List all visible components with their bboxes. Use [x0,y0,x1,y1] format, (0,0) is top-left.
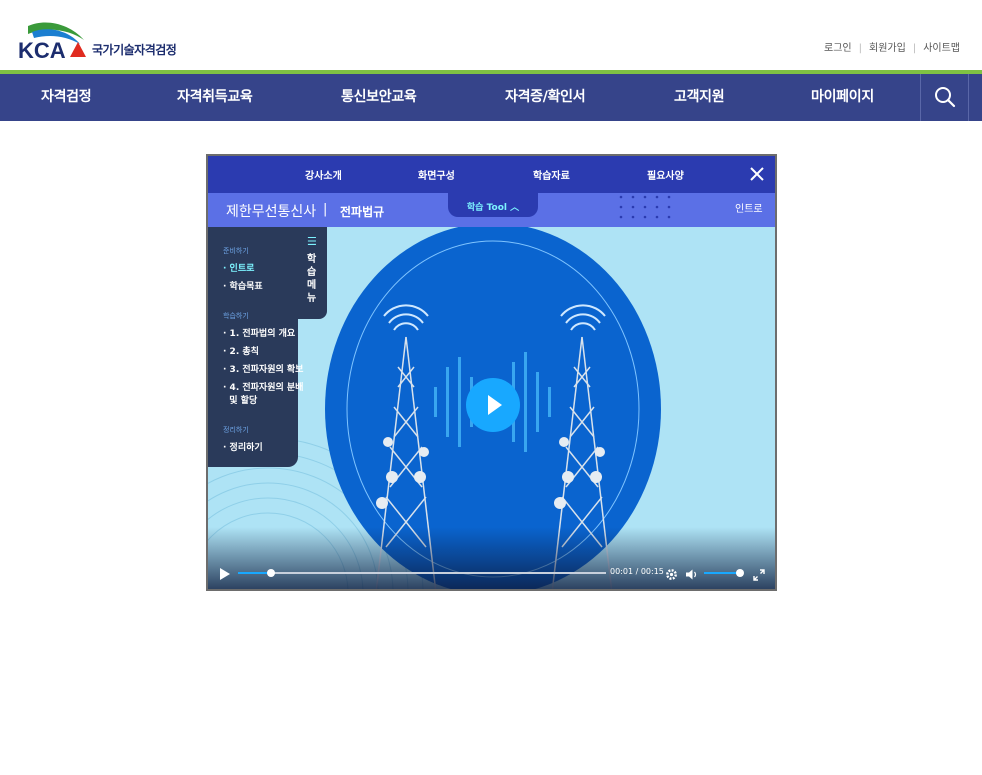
time-display: 00:01 / 00:15 [610,567,664,576]
player-controls: 00:01 / 00:15 [208,556,775,589]
play-icon [220,568,230,580]
nav-item-qualification-education[interactable]: 자격취득교육 [177,74,253,121]
fullscreen-button[interactable] [753,566,765,585]
title-divider: | [323,202,328,217]
close-button[interactable] [748,165,766,183]
fullscreen-icon [753,569,765,581]
learning-menu-toggle[interactable]: ☰ 학습메뉴 [298,227,327,319]
menu-item-lesson-4[interactable]: · 4. 전파자원의 분배 [223,382,303,394]
chapter-title: 전파법규 [340,205,385,219]
signup-link[interactable]: 회원가입 [869,43,906,54]
gear-icon [666,569,677,580]
menu-item-lesson-2[interactable]: · 2. 총칙 [223,346,259,358]
course-title: 제한무선통신사 [226,204,317,220]
hamburger-icon: ☰ [307,235,317,248]
tab-materials[interactable]: 학습자료 [533,167,570,182]
nav-item-exam[interactable]: 자격검정 [41,74,92,121]
dot-pattern [619,195,671,219]
big-play-button[interactable] [466,378,520,432]
lecture-player: 강사소개 화면구성 학습자료 필요사양 제한무선통신사 | 전파법규 인트로 학… [206,154,777,591]
progress-handle[interactable] [267,569,276,577]
logo-mark: KCA [18,22,86,60]
volume-handle[interactable] [736,569,745,577]
menu-item-lesson-3[interactable]: · 3. 전파자원의 확보 [223,364,303,376]
search-icon [935,87,956,108]
menu-section-title: 학습하기 [223,312,249,320]
volume-slider[interactable] [704,569,745,577]
menu-section-title: 정리하기 [223,426,249,434]
site-header: KCA 국가기술자격검정 로그인 | 회원가입 | 사이트맵 [0,0,982,70]
learning-tool-label: 학습 Tool ︿ [466,203,520,213]
tab-screen-layout[interactable]: 화면구성 [418,167,455,182]
close-icon [750,167,764,181]
nav-item-certificate[interactable]: 자격증/확인서 [505,74,586,121]
menu-item-lesson-4-cont[interactable]: 및 할당 [223,395,257,407]
learning-menu-label: 학습메뉴 [307,254,317,304]
play-icon [488,395,502,415]
logo-text: KCA [18,38,66,60]
nav-item-mypage[interactable]: 마이페이지 [811,74,874,121]
sitemap-link[interactable]: 사이트맵 [923,43,960,54]
menu-section-title: 준비하기 [223,247,249,255]
search-button[interactable] [920,74,969,121]
nav-item-security-education[interactable]: 통신보안교육 [341,74,417,121]
current-page-label: 인트로 [735,204,763,215]
login-link[interactable]: 로그인 [824,43,852,54]
play-button[interactable] [219,566,231,585]
learning-menu: 준비하기 · 인트로 · 학습목표 학습하기 · 1. 전파법의 개요 · 2.… [208,227,303,467]
tab-requirements[interactable]: 필요사양 [647,167,684,182]
menu-item-lesson-1[interactable]: · 1. 전파법의 개요 [223,328,295,340]
volume-icon [686,569,697,580]
main-nav: 자격검정 자격취득교육 통신보안교육 자격증/확인서 고객지원 마이페이지 [0,74,982,121]
menu-item-intro[interactable]: · 인트로 [223,263,254,275]
util-separator: | [858,43,862,54]
mute-button[interactable] [685,566,699,585]
volume-fill [704,572,741,574]
learning-tool-button[interactable]: 학습 Tool ︿ [448,193,538,217]
utility-nav: 로그인 | 회원가입 | 사이트맵 [824,39,960,54]
menu-item-summary[interactable]: · 정리하기 [223,442,263,454]
logo-subtitle: 국가기술자격검정 [92,43,177,57]
menu-item-objectives[interactable]: · 학습목표 [223,281,263,293]
settings-button[interactable] [665,566,678,585]
util-separator: | [912,43,917,54]
player-top-bar: 강사소개 화면구성 학습자료 필요사양 [208,156,775,193]
progress-bar[interactable] [238,569,606,577]
tab-instructor[interactable]: 강사소개 [305,167,342,182]
kca-logo[interactable]: KCA 국가기술자격검정 [18,20,193,60]
nav-item-support[interactable]: 고객지원 [674,74,725,121]
chevron-up-icon: ︿ [510,203,520,213]
